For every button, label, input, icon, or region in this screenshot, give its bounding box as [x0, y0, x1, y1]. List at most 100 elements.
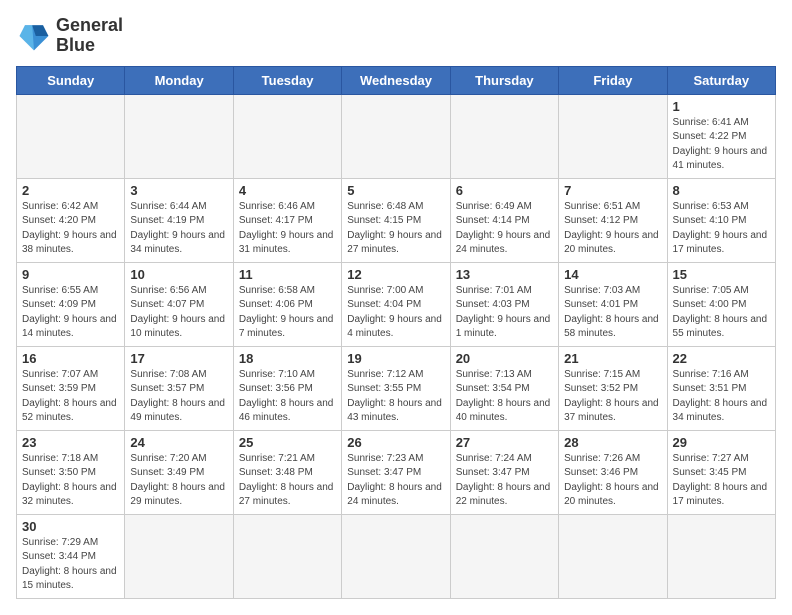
day-number: 12 [347, 267, 444, 282]
calendar-cell: 8 Sunrise: 6:53 AM Sunset: 4:10 PM Daylig… [667, 178, 775, 262]
calendar-cell: 6 Sunrise: 6:49 AM Sunset: 4:14 PM Daylig… [450, 178, 558, 262]
calendar-cell: 24 Sunrise: 7:20 AM Sunset: 3:49 PM Dayli… [125, 430, 233, 514]
day-info: Sunrise: 6:51 AM Sunset: 4:12 PM Dayligh… [564, 200, 661, 258]
day-info: Sunrise: 7:08 AM Sunset: 3:57 PM Dayligh… [130, 368, 227, 426]
day-info: Sunrise: 6:53 AM Sunset: 4:10 PM Dayligh… [673, 200, 770, 258]
day-info: Sunrise: 6:42 AM Sunset: 4:20 PM Dayligh… [22, 200, 119, 258]
logo: General Blue [16, 16, 123, 56]
day-number: 28 [564, 435, 661, 450]
day-number: 6 [456, 183, 553, 198]
day-number: 17 [130, 351, 227, 366]
calendar-cell [233, 94, 341, 178]
calendar-cell [233, 514, 341, 598]
day-info: Sunrise: 7:03 AM Sunset: 4:01 PM Dayligh… [564, 284, 661, 342]
day-number: 30 [22, 519, 119, 534]
calendar-cell [342, 514, 450, 598]
calendar-cell: 20 Sunrise: 7:13 AM Sunset: 3:54 PM Dayli… [450, 346, 558, 430]
calendar-cell: 9 Sunrise: 6:55 AM Sunset: 4:09 PM Daylig… [17, 262, 125, 346]
day-number: 2 [22, 183, 119, 198]
day-info: Sunrise: 7:29 AM Sunset: 3:44 PM Dayligh… [22, 536, 119, 594]
calendar-table: SundayMondayTuesdayWednesdayThursdayFrid… [16, 66, 776, 599]
day-info: Sunrise: 7:18 AM Sunset: 3:50 PM Dayligh… [22, 452, 119, 510]
calendar-cell: 16 Sunrise: 7:07 AM Sunset: 3:59 PM Dayli… [17, 346, 125, 430]
calendar-cell [559, 514, 667, 598]
day-number: 15 [673, 267, 770, 282]
day-number: 8 [673, 183, 770, 198]
day-number: 11 [239, 267, 336, 282]
day-info: Sunrise: 6:48 AM Sunset: 4:15 PM Dayligh… [347, 200, 444, 258]
calendar-cell: 14 Sunrise: 7:03 AM Sunset: 4:01 PM Dayli… [559, 262, 667, 346]
day-info: Sunrise: 7:10 AM Sunset: 3:56 PM Dayligh… [239, 368, 336, 426]
day-info: Sunrise: 6:56 AM Sunset: 4:07 PM Dayligh… [130, 284, 227, 342]
day-info: Sunrise: 7:27 AM Sunset: 3:45 PM Dayligh… [673, 452, 770, 510]
day-info: Sunrise: 6:41 AM Sunset: 4:22 PM Dayligh… [673, 116, 770, 174]
calendar-cell [667, 514, 775, 598]
calendar-cell: 12 Sunrise: 7:00 AM Sunset: 4:04 PM Dayli… [342, 262, 450, 346]
weekday-header-wednesday: Wednesday [342, 66, 450, 94]
day-number: 24 [130, 435, 227, 450]
day-info: Sunrise: 6:55 AM Sunset: 4:09 PM Dayligh… [22, 284, 119, 342]
day-number: 14 [564, 267, 661, 282]
day-number: 25 [239, 435, 336, 450]
calendar-cell [125, 94, 233, 178]
day-info: Sunrise: 7:21 AM Sunset: 3:48 PM Dayligh… [239, 452, 336, 510]
calendar-cell: 4 Sunrise: 6:46 AM Sunset: 4:17 PM Daylig… [233, 178, 341, 262]
header: General Blue [16, 16, 776, 56]
day-number: 29 [673, 435, 770, 450]
calendar-cell: 22 Sunrise: 7:16 AM Sunset: 3:51 PM Dayli… [667, 346, 775, 430]
day-info: Sunrise: 7:15 AM Sunset: 3:52 PM Dayligh… [564, 368, 661, 426]
day-number: 3 [130, 183, 227, 198]
calendar-cell [125, 514, 233, 598]
calendar-cell: 23 Sunrise: 7:18 AM Sunset: 3:50 PM Dayli… [17, 430, 125, 514]
weekday-header-tuesday: Tuesday [233, 66, 341, 94]
calendar-cell [17, 94, 125, 178]
day-number: 7 [564, 183, 661, 198]
logo-text-general: General [56, 16, 123, 36]
weekday-header-sunday: Sunday [17, 66, 125, 94]
day-number: 27 [456, 435, 553, 450]
calendar-cell: 30 Sunrise: 7:29 AM Sunset: 3:44 PM Dayli… [17, 514, 125, 598]
calendar-cell: 3 Sunrise: 6:44 AM Sunset: 4:19 PM Daylig… [125, 178, 233, 262]
day-number: 5 [347, 183, 444, 198]
calendar-cell: 27 Sunrise: 7:24 AM Sunset: 3:47 PM Dayli… [450, 430, 558, 514]
day-number: 13 [456, 267, 553, 282]
day-number: 10 [130, 267, 227, 282]
day-number: 16 [22, 351, 119, 366]
weekday-header-friday: Friday [559, 66, 667, 94]
calendar-cell: 15 Sunrise: 7:05 AM Sunset: 4:00 PM Dayli… [667, 262, 775, 346]
day-info: Sunrise: 7:16 AM Sunset: 3:51 PM Dayligh… [673, 368, 770, 426]
day-number: 21 [564, 351, 661, 366]
calendar-cell: 5 Sunrise: 6:48 AM Sunset: 4:15 PM Daylig… [342, 178, 450, 262]
calendar-cell: 2 Sunrise: 6:42 AM Sunset: 4:20 PM Daylig… [17, 178, 125, 262]
day-info: Sunrise: 6:49 AM Sunset: 4:14 PM Dayligh… [456, 200, 553, 258]
day-number: 9 [22, 267, 119, 282]
day-number: 22 [673, 351, 770, 366]
calendar-cell: 10 Sunrise: 6:56 AM Sunset: 4:07 PM Dayli… [125, 262, 233, 346]
day-number: 23 [22, 435, 119, 450]
calendar-cell: 25 Sunrise: 7:21 AM Sunset: 3:48 PM Dayli… [233, 430, 341, 514]
logo-text-blue: Blue [56, 36, 123, 56]
day-info: Sunrise: 7:23 AM Sunset: 3:47 PM Dayligh… [347, 452, 444, 510]
day-info: Sunrise: 7:00 AM Sunset: 4:04 PM Dayligh… [347, 284, 444, 342]
day-info: Sunrise: 6:46 AM Sunset: 4:17 PM Dayligh… [239, 200, 336, 258]
calendar-cell: 17 Sunrise: 7:08 AM Sunset: 3:57 PM Dayli… [125, 346, 233, 430]
day-info: Sunrise: 7:24 AM Sunset: 3:47 PM Dayligh… [456, 452, 553, 510]
day-number: 20 [456, 351, 553, 366]
day-info: Sunrise: 7:12 AM Sunset: 3:55 PM Dayligh… [347, 368, 444, 426]
calendar-cell: 19 Sunrise: 7:12 AM Sunset: 3:55 PM Dayli… [342, 346, 450, 430]
day-info: Sunrise: 7:07 AM Sunset: 3:59 PM Dayligh… [22, 368, 119, 426]
day-info: Sunrise: 6:44 AM Sunset: 4:19 PM Dayligh… [130, 200, 227, 258]
day-info: Sunrise: 7:13 AM Sunset: 3:54 PM Dayligh… [456, 368, 553, 426]
day-number: 18 [239, 351, 336, 366]
calendar-cell [450, 94, 558, 178]
calendar-cell: 7 Sunrise: 6:51 AM Sunset: 4:12 PM Daylig… [559, 178, 667, 262]
day-number: 4 [239, 183, 336, 198]
day-info: Sunrise: 7:05 AM Sunset: 4:00 PM Dayligh… [673, 284, 770, 342]
calendar-cell: 11Sunrise: 6:58 AM Sunset: 4:06 PM Dayli… [233, 262, 341, 346]
calendar-cell [450, 514, 558, 598]
day-number: 26 [347, 435, 444, 450]
calendar-cell: 21 Sunrise: 7:15 AM Sunset: 3:52 PM Dayli… [559, 346, 667, 430]
day-number: 19 [347, 351, 444, 366]
day-info: Sunrise: 7:26 AM Sunset: 3:46 PM Dayligh… [564, 452, 661, 510]
day-info: Sunrise: 7:20 AM Sunset: 3:49 PM Dayligh… [130, 452, 227, 510]
